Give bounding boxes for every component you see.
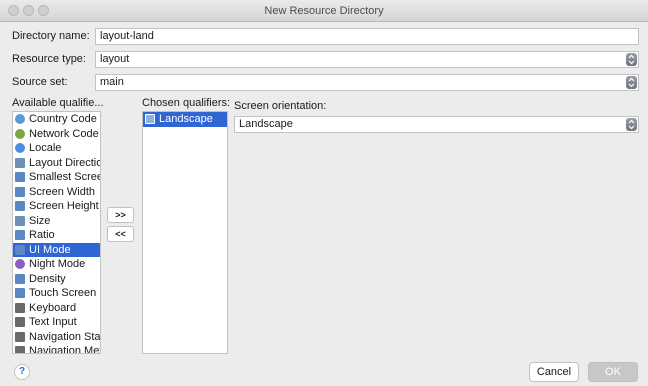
screen-height-icon (15, 201, 25, 211)
size-icon (15, 215, 25, 226)
resource-type-value: layout (100, 53, 130, 65)
text-input-icon (15, 317, 25, 327)
density-icon (15, 273, 25, 284)
ui-mode-icon (15, 244, 25, 255)
dropdown-stepper-icon (626, 76, 637, 89)
available-qualifier-item[interactable]: Network Code (13, 127, 100, 142)
available-qualifier-label: Layout Directio (29, 156, 101, 169)
layout-direction-icon (15, 157, 25, 168)
available-qualifier-label: Ratio (29, 229, 55, 241)
available-qualifier-item[interactable]: Navigation State (13, 330, 100, 345)
available-qualifier-label: Keyboard (29, 301, 77, 314)
available-qualifier-item[interactable]: Text Input (13, 315, 100, 330)
source-set-value: main (100, 76, 124, 88)
ratio-icon (15, 230, 25, 240)
night-mode-icon (15, 259, 25, 269)
available-qualifier-label: Night Mode (29, 258, 86, 270)
add-qualifier-button[interactable]: >> (107, 207, 134, 223)
available-qualifier-item[interactable]: Night Mode (13, 257, 100, 272)
available-qualifier-label: UI Mode (29, 243, 71, 256)
available-qualifier-label: Network Code (29, 127, 99, 140)
available-qualifier-item[interactable]: Density (13, 272, 100, 287)
help-button[interactable]: ? (14, 364, 30, 380)
available-qualifier-label: Navigation Meth (29, 345, 101, 354)
chosen-qualifiers-list[interactable]: Landscape (142, 111, 228, 354)
available-qualifier-item[interactable]: Ratio (13, 228, 100, 243)
available-qualifier-label: Text Input (29, 316, 77, 328)
orientation-icon (145, 114, 155, 124)
available-qualifier-item[interactable]: Navigation Meth (13, 344, 101, 354)
cancel-button[interactable]: Cancel (529, 362, 579, 382)
available-qualifier-label: Density (29, 272, 66, 285)
resource-type-dropdown[interactable]: layout (95, 51, 639, 68)
dropdown-stepper-icon (626, 53, 637, 66)
chosen-qualifier-label: Landscape (159, 113, 213, 125)
available-qualifier-label: Navigation State (29, 330, 101, 343)
directory-name-field[interactable]: layout-land (95, 28, 639, 45)
available-qualifiers-list[interactable]: Country Code Network Code Locale Layout Dir… (12, 111, 101, 354)
available-qualifier-label: Screen Height (29, 200, 99, 212)
globe-icon (15, 114, 25, 124)
ok-button[interactable]: OK (588, 362, 638, 382)
directory-name-label: Directory name: (12, 30, 90, 42)
locale-icon (15, 143, 25, 153)
chosen-qualifier-item[interactable]: Landscape (143, 112, 227, 127)
source-set-dropdown[interactable]: main (95, 74, 639, 91)
available-qualifier-item[interactable]: Smallest Screen (13, 170, 100, 185)
available-qualifier-label: Size (29, 214, 51, 227)
navigation-method-icon (15, 346, 25, 353)
remove-qualifier-button[interactable]: << (107, 226, 134, 242)
available-qualifier-label: Touch Screen (29, 287, 97, 299)
available-qualifier-label: Country Code (29, 113, 97, 125)
screen-orientation-label: Screen orientation: (234, 100, 327, 112)
navigation-state-icon (15, 331, 25, 342)
window-title: New Resource Directory (264, 5, 384, 17)
dropdown-stepper-icon (626, 118, 637, 131)
available-qualifier-label: Smallest Screen (29, 171, 100, 183)
available-qualifier-label: Screen Width (29, 185, 96, 198)
screen-orientation-value: Landscape (239, 118, 293, 130)
network-icon (15, 128, 25, 139)
available-qualifiers-label: Available qualifie... (12, 97, 104, 109)
title-bar: New Resource Directory (0, 0, 648, 22)
available-qualifier-item[interactable]: Screen Height (13, 199, 100, 214)
available-qualifier-item[interactable]: Layout Directio (13, 156, 100, 171)
screen-width-icon (15, 186, 25, 197)
source-set-label: Source set: (12, 76, 68, 88)
available-qualifier-item[interactable]: Screen Width (13, 185, 100, 200)
available-qualifier-item[interactable]: Locale (13, 141, 100, 156)
resource-type-label: Resource type: (12, 53, 86, 65)
available-qualifier-item[interactable]: Touch Screen (13, 286, 100, 301)
chosen-qualifiers-label: Chosen qualifiers: (142, 97, 231, 109)
available-qualifier-item[interactable]: Size (13, 214, 100, 229)
screen-orientation-dropdown[interactable]: Landscape (234, 116, 639, 133)
touch-screen-icon (15, 288, 25, 298)
available-qualifier-item[interactable]: Keyboard (13, 301, 100, 316)
keyboard-icon (15, 302, 25, 313)
available-qualifier-item[interactable]: Country Code (13, 112, 100, 127)
smallest-screen-icon (15, 172, 25, 182)
available-qualifier-label: Locale (29, 142, 62, 154)
available-qualifier-item[interactable]: UI Mode (13, 242, 100, 257)
